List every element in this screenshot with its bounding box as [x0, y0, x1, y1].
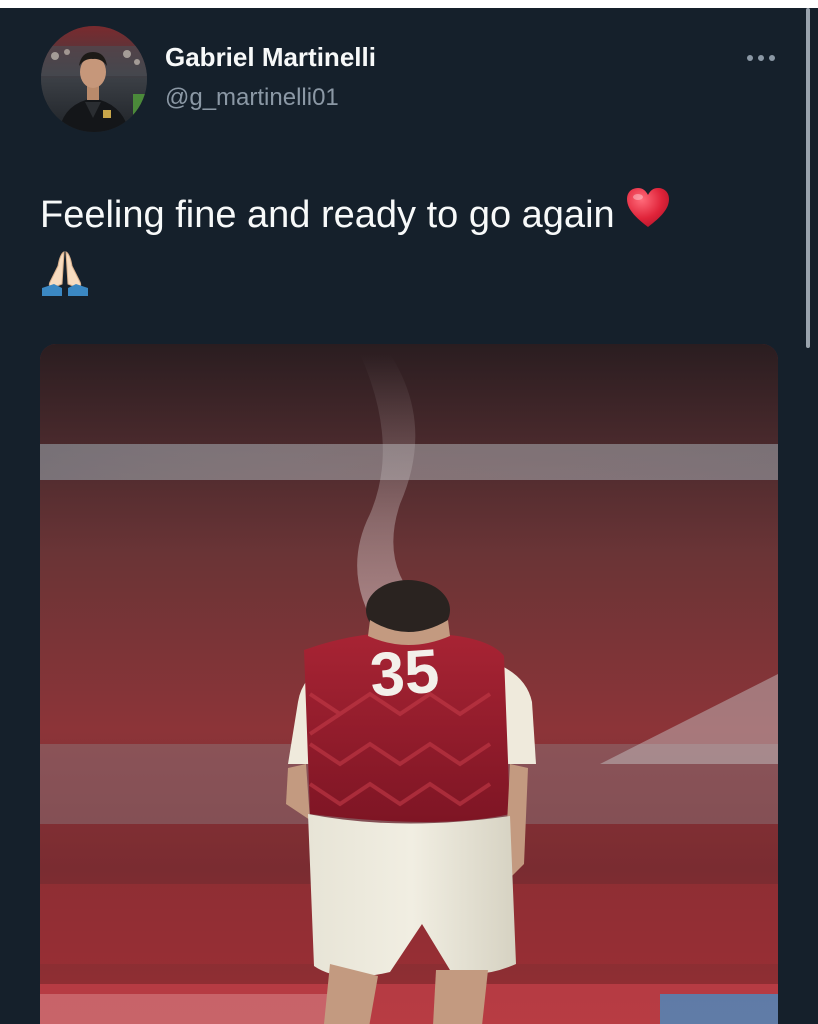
- jersey-number: 35: [368, 637, 442, 711]
- tweet-text-body: Feeling fine and ready to go again: [40, 194, 615, 236]
- author-display-name[interactable]: Gabriel Martinelli: [165, 42, 376, 73]
- tweet-photo[interactable]: 35: [40, 344, 778, 1024]
- author-handle[interactable]: @g_martinelli01: [165, 84, 339, 112]
- folded-hands-icon: [40, 248, 90, 317]
- more-horizontal-icon[interactable]: [744, 48, 778, 68]
- photo-image: 35: [40, 344, 778, 1024]
- red-heart-icon: [625, 186, 671, 248]
- avatar[interactable]: [41, 26, 147, 132]
- scrollbar[interactable]: [806, 8, 810, 348]
- tweet-screen: Gabriel Martinelli @g_martinelli01 Feeli…: [0, 8, 818, 1024]
- tweet-text: Feeling fine and ready to go again: [40, 184, 780, 317]
